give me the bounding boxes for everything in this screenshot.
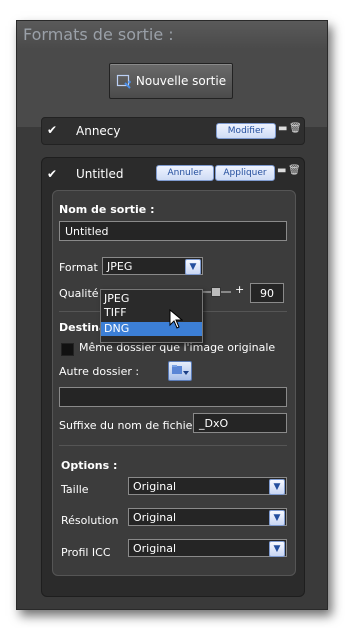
mouse-pointer-icon (169, 308, 184, 329)
format-option-dng[interactable]: DNG (101, 322, 202, 336)
same-folder-checkbox[interactable] (61, 343, 74, 356)
suffix-input[interactable]: _DxO (193, 413, 287, 433)
trash-icon[interactable]: 🗑 (288, 165, 301, 176)
icc-select[interactable]: Original ▼ (128, 539, 287, 557)
quality-label: Qualité : (59, 287, 106, 300)
suffix-label: Suffixe du nom de fichier (59, 419, 197, 432)
new-output-button[interactable]: Nouvelle sortie (109, 63, 233, 99)
divider (59, 445, 287, 446)
output-name-input[interactable]: Untitled (59, 221, 287, 241)
chevron-down-icon[interactable]: ▼ (269, 510, 285, 526)
other-folder-input[interactable] (59, 387, 287, 407)
format-select[interactable]: JPEG ▼ (102, 257, 203, 275)
quality-value[interactable]: 90 (250, 283, 284, 303)
modify-button[interactable]: Modifier (216, 123, 276, 139)
output-editor: Nom de sortie : Untitled Format : JPEG ▼… (52, 190, 296, 576)
chevron-down-icon[interactable]: ▼ (269, 479, 285, 495)
size-select[interactable]: Original ▼ (128, 477, 287, 495)
format-dropdown-list: JPEG TIFF DNG (100, 289, 203, 343)
format-option-tiff[interactable]: TIFF (101, 306, 202, 320)
new-output-label: Nouvelle sortie (135, 74, 227, 88)
resolution-select[interactable]: Original ▼ (128, 508, 287, 526)
icc-label: Profil ICC (61, 546, 111, 559)
output-card-untitled: ✔ Untitled Annuler Appliquer ▬ 🗑 Nom de … (41, 157, 305, 597)
format-selected: JPEG (107, 260, 133, 273)
minus-icon[interactable]: ▬ (278, 123, 287, 134)
format-label: Format : (59, 261, 105, 274)
options-label: Options : (61, 459, 118, 472)
format-option-jpeg[interactable]: JPEG (101, 292, 202, 306)
output-check-untitled[interactable]: ✔ (47, 168, 59, 180)
new-output-area: Nouvelle sortie (17, 49, 327, 127)
cancel-button[interactable]: Annuler (156, 165, 214, 181)
icc-selected: Original (133, 542, 177, 555)
resolution-selected: Original (133, 511, 177, 524)
chevron-down-icon[interactable]: ▼ (269, 541, 285, 557)
output-row-annecy[interactable]: ✔ Annecy Modifier ▬ 🗑 (41, 117, 305, 145)
output-name-label: Nom de sortie : (59, 203, 155, 216)
other-folder-label: Autre dossier : (59, 365, 140, 378)
output-check-annecy[interactable]: ✔ (47, 124, 59, 136)
folder-icon[interactable] (168, 361, 192, 381)
trash-icon[interactable]: 🗑 (289, 123, 302, 134)
quality-plus[interactable]: + (235, 283, 244, 296)
window-title: Formats de sortie : (17, 21, 327, 49)
resolution-label: Résolution (61, 514, 119, 527)
chevron-down-icon[interactable]: ▼ (185, 259, 201, 275)
output-name-untitled: Untitled (76, 167, 124, 181)
size-label: Taille (61, 483, 89, 496)
output-name-annecy: Annecy (76, 124, 121, 138)
output-formats-window: Formats de sortie : Nouvelle sortie ✔ An… (16, 20, 328, 610)
minus-icon[interactable]: ▬ (277, 165, 286, 176)
quality-slider-knob[interactable] (211, 287, 221, 297)
new-output-icon (116, 73, 132, 89)
size-selected: Original (133, 480, 177, 493)
apply-button[interactable]: Appliquer (215, 165, 275, 181)
